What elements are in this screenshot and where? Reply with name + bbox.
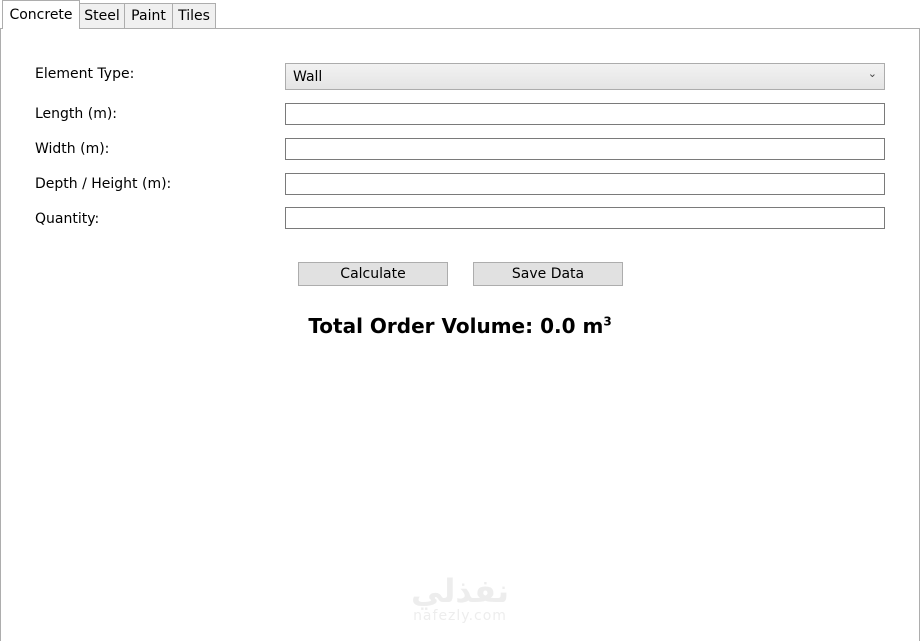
tab-concrete[interactable]: Concrete xyxy=(2,0,80,29)
save-data-button[interactable]: Save Data xyxy=(473,262,623,286)
width-label: Width (m): xyxy=(35,141,110,157)
depth-height-input[interactable] xyxy=(285,173,885,195)
element-type-label: Element Type: xyxy=(35,66,135,82)
watermark-url: nafezly.com xyxy=(413,608,507,624)
element-type-select[interactable]: Wall ⌄ xyxy=(285,63,885,90)
total-order-volume: Total Order Volume: 0.0 m3 xyxy=(0,314,920,338)
tab-tiles[interactable]: Tiles xyxy=(172,3,216,28)
quantity-label: Quantity: xyxy=(35,211,100,227)
tab-steel[interactable]: Steel xyxy=(79,3,125,28)
watermark-arabic: نفذلي xyxy=(411,572,509,610)
depth-height-label: Depth / Height (m): xyxy=(35,176,172,192)
cubic-superscript: 3 xyxy=(603,314,612,329)
width-input[interactable] xyxy=(285,138,885,160)
length-input[interactable] xyxy=(285,103,885,125)
watermark: نفذلي nafezly.com xyxy=(0,574,920,624)
calculate-button[interactable]: Calculate xyxy=(298,262,448,286)
tab-paint[interactable]: Paint xyxy=(124,3,173,28)
length-label: Length (m): xyxy=(35,106,118,122)
tab-strip: Concrete Steel Paint Tiles xyxy=(0,0,920,29)
element-type-value: Wall xyxy=(293,69,323,85)
total-volume-text: Total Order Volume: 0.0 m xyxy=(308,314,604,338)
chevron-down-icon: ⌄ xyxy=(867,67,877,80)
quantity-input[interactable] xyxy=(285,207,885,229)
